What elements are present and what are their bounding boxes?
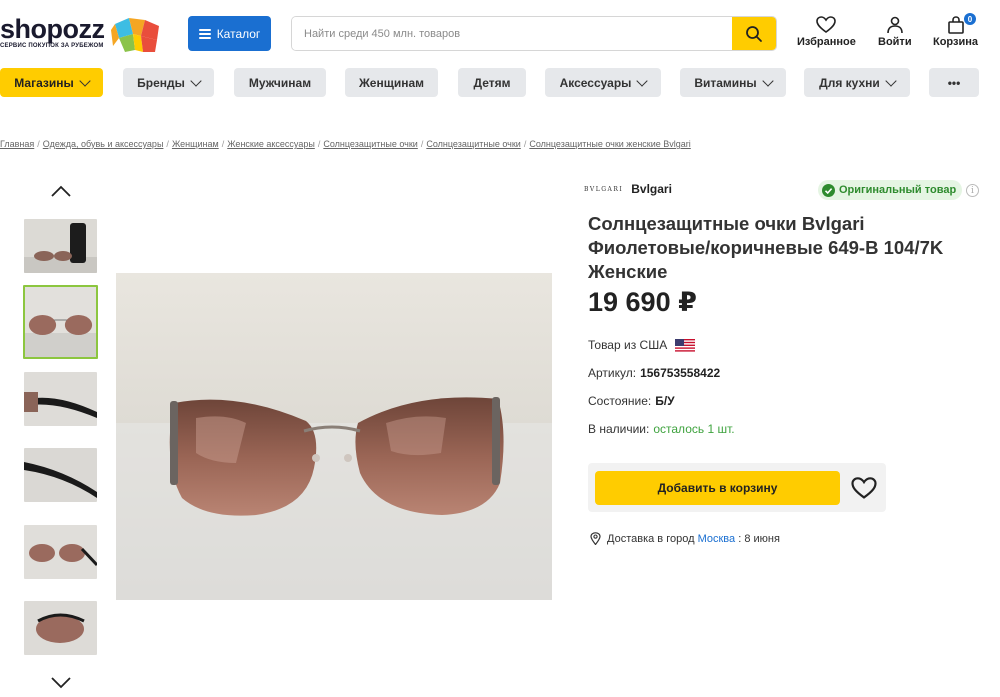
breadcrumb-link[interactable]: Женские аксессуары — [227, 139, 315, 149]
menu-icon — [198, 28, 211, 39]
thumbnail-1[interactable] — [24, 219, 97, 273]
add-to-favorites-button[interactable] — [850, 474, 878, 502]
cart-button[interactable]: 0 Корзина — [933, 13, 978, 48]
search-input[interactable] — [292, 17, 732, 50]
breadcrumb-link[interactable]: Солнцезащитные очки — [323, 139, 417, 149]
thumbnails-down-arrow-icon[interactable] — [50, 676, 72, 690]
nav-more-button[interactable]: ••• — [929, 68, 979, 97]
delivery-date: 8 июня — [744, 532, 780, 545]
location-pin-icon — [590, 532, 601, 545]
search-bar — [291, 16, 777, 51]
chevron-down-icon — [636, 74, 649, 87]
stock-label: В наличии: — [588, 422, 650, 436]
delivery-info: Доставка в город Москва : 8 июня — [590, 532, 780, 545]
sku-row: Артикул: 156753558422 — [588, 366, 720, 380]
sku-value: 156753558422 — [640, 366, 721, 380]
nav-item-vitamins[interactable]: Витамины — [680, 68, 786, 97]
brand-row: BVLGARI Bvlgari — [584, 182, 672, 196]
nav-item-kids[interactable]: Детям — [458, 68, 526, 97]
nav-item-accessories[interactable]: Аксессуары — [545, 68, 661, 97]
site-logo[interactable]: shopozz СЕРВИС ПОКУПОК ЗА РУБЕЖОМ — [0, 14, 170, 56]
search-button[interactable] — [732, 17, 776, 50]
breadcrumb-link[interactable]: Одежда, обувь и аксессуары — [43, 139, 164, 149]
breadcrumb-link[interactable]: Солнцезащитные очки — [426, 139, 520, 149]
delivery-label: Доставка в город — [607, 532, 695, 545]
nav-item-men[interactable]: Мужчинам — [234, 68, 326, 97]
condition-value: Б/У — [655, 394, 675, 408]
heart-icon — [851, 476, 877, 499]
logo-tagline: СЕРВИС ПОКУПОК ЗА РУБЕЖОМ — [0, 43, 104, 49]
original-label: Оригинальный товар — [839, 184, 957, 196]
favorites-button[interactable]: Избранное — [797, 16, 856, 48]
origin-label: Товар из США — [588, 338, 668, 352]
catalog-button[interactable]: Каталог — [188, 16, 271, 51]
breadcrumb: Главная / Одежда, обувь и аксессуары / Женщи… — [0, 139, 691, 149]
nav-item-brands[interactable]: Бренды — [123, 68, 214, 97]
stock-row: В наличии: осталось 1 шт. — [588, 422, 735, 436]
thumbnail-4[interactable] — [24, 448, 97, 502]
nav-item-stores[interactable]: Магазины — [0, 68, 103, 97]
catalog-label: Каталог — [216, 26, 261, 41]
chevron-down-icon — [762, 74, 774, 87]
breadcrumb-link[interactable]: Женщинам — [172, 139, 219, 149]
product-title: Солнцезащитные очки Bvlgari Фиолетовые/к… — [588, 213, 944, 282]
chevron-down-icon — [79, 74, 91, 87]
condition-row: Состояние: Б/У — [588, 394, 675, 408]
cart-count-badge: 0 — [964, 13, 976, 25]
main-product-photo[interactable] — [116, 273, 552, 600]
usa-flag-icon — [675, 338, 696, 352]
login-button[interactable]: Войти — [878, 16, 912, 48]
search-icon — [746, 25, 762, 42]
original-product-badge: Оригинальный товар — [818, 180, 963, 200]
cart-label: Корзина — [933, 36, 978, 48]
logo-text: shopozz — [0, 14, 105, 44]
stock-value: осталось 1 шт. — [653, 422, 735, 436]
thumbnail-5[interactable] — [24, 525, 97, 579]
brand-logo: BVLGARI — [584, 185, 624, 193]
nav-item-kitchen[interactable]: Для кухни — [804, 68, 910, 97]
sku-label: Артикул: — [588, 366, 637, 380]
thumbnail-6[interactable] — [24, 601, 97, 655]
thumbnail-2-selected[interactable] — [23, 285, 98, 359]
thumbnail-3[interactable] — [24, 372, 97, 426]
breadcrumb-link[interactable]: Главная — [0, 139, 34, 149]
login-label: Войти — [878, 36, 912, 48]
elephant-logo-icon — [111, 18, 159, 52]
heart-icon — [816, 16, 837, 33]
chevron-down-icon — [190, 74, 202, 87]
delivery-city-link[interactable]: Москва — [698, 533, 736, 545]
add-to-cart-button[interactable]: Добавить в корзину — [595, 471, 840, 505]
user-icon — [886, 16, 903, 34]
origin-row: Товар из США — [588, 338, 696, 352]
cart-panel: Добавить в корзину — [588, 463, 886, 512]
condition-label: Состояние: — [588, 394, 652, 408]
product-price: 19 690 ₽ — [588, 287, 697, 317]
check-circle-icon — [822, 183, 835, 197]
category-nav: Магазины Бренды Мужчинам Женщинам Детям … — [0, 68, 1000, 97]
brand-name-link[interactable]: Bvlgari — [631, 182, 672, 196]
nav-item-women[interactable]: Женщинам — [345, 68, 438, 97]
chevron-down-icon — [885, 74, 897, 87]
shopping-bag-icon — [947, 16, 964, 34]
favorites-label: Избранное — [797, 36, 856, 48]
thumbnails-up-arrow-icon[interactable] — [50, 184, 72, 198]
breadcrumb-link[interactable]: Солнцезащитные очки женские Bvlgari — [529, 139, 690, 149]
info-icon[interactable]: i — [966, 184, 979, 197]
